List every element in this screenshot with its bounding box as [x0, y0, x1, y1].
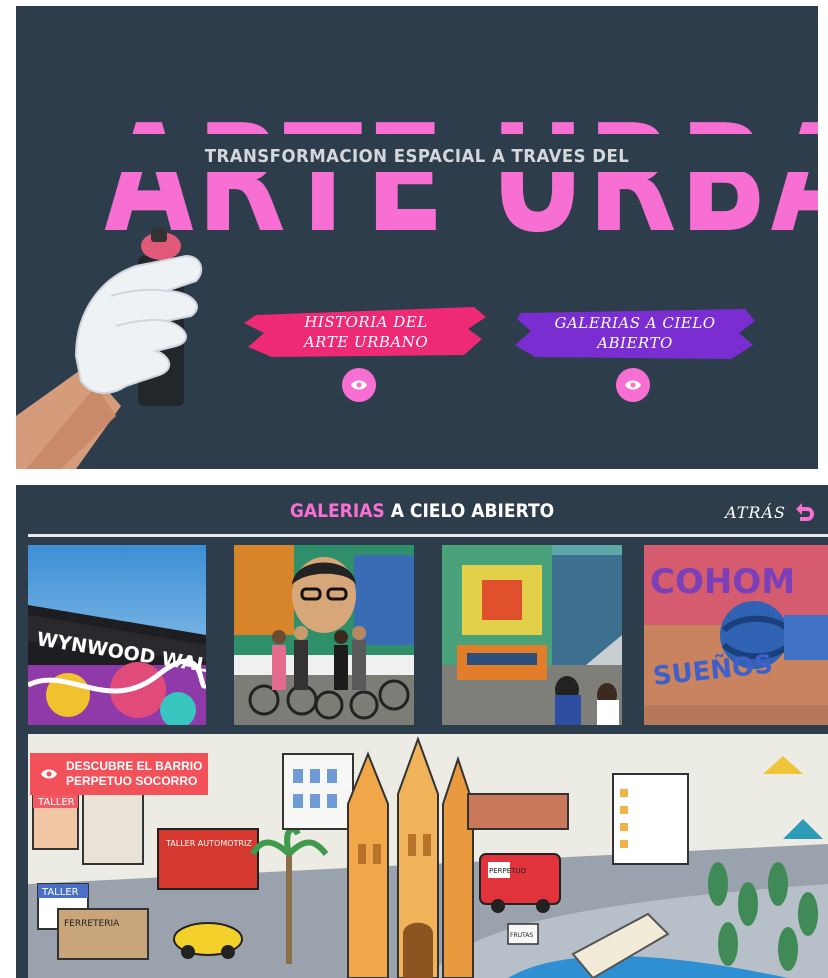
- eye-icon: [625, 380, 641, 390]
- spray-can-hand-illustration: [16, 228, 203, 469]
- map-sign-ferreteria: FERRETERIA: [64, 919, 120, 929]
- history-eye-button[interactable]: [342, 368, 376, 402]
- history-button[interactable]: HISTORIA DEL ARTE URBANO: [242, 303, 490, 361]
- back-button[interactable]: ATRÁS: [725, 501, 816, 523]
- metro-photo-image: [442, 545, 622, 725]
- map-sign-perpetuo: PERPETUO: [489, 867, 527, 875]
- discover-label: DESCUBRE EL BARRIO PERPETUO SOCORRO: [66, 759, 203, 788]
- history-button-label: HISTORIA DEL ARTE URBANO: [303, 313, 429, 351]
- graffiti-photo-image: COHOM SUEÑOS: [644, 545, 828, 725]
- svg-text:COHOM: COHOM: [650, 562, 795, 602]
- eye-icon: [41, 769, 57, 779]
- gallery-photo-metro[interactable]: [442, 545, 622, 725]
- hero-panel: ARTE URBANO TRANSFORMACION ESPACIAL A TR…: [16, 6, 818, 469]
- undo-arrow-icon: [796, 503, 814, 521]
- cyclists-photo-image: [234, 545, 414, 725]
- map-sign-frutas: FRUTAS: [510, 932, 533, 939]
- gallery-photo-wynwood[interactable]: WYNWOOD WALLS: [28, 545, 206, 725]
- wynwood-photo-image: WYNWOOD WALLS: [28, 545, 206, 725]
- map-sign-taller-2: TALLER: [41, 887, 79, 898]
- map-sign-taller-auto: TALLER AUTOMOTRIZ: [165, 839, 252, 848]
- back-label: ATRÁS: [725, 502, 786, 522]
- galleries-eye-button[interactable]: [616, 368, 650, 402]
- gallery-panel: GALERIAS A CIELO ABIERTO ATRÁS WYNWOOD W…: [16, 485, 828, 978]
- gallery-title-rest: A CIELO ABIERTO: [384, 500, 555, 522]
- discover-neighborhood-button[interactable]: DESCUBRE EL BARRIO PERPETUO SOCORRO: [30, 753, 208, 795]
- title-divider: [28, 534, 828, 537]
- eye-icon: [351, 380, 367, 390]
- gallery-photo-graffiti[interactable]: COHOM SUEÑOS: [644, 545, 828, 725]
- map-sign-taller-1: TALLER: [37, 797, 75, 808]
- galleries-button[interactable]: GALERIAS A CIELO ABIERTO: [511, 303, 759, 363]
- hero-subtitle: TRANSFORMACION ESPACIAL A TRAVES DEL: [204, 146, 630, 167]
- galleries-button-label: GALERIAS A CIELO ABIERTO: [554, 314, 716, 352]
- gallery-title: GALERIAS A CIELO ABIERTO: [57, 500, 788, 522]
- gallery-title-highlight: GALERIAS: [289, 500, 385, 522]
- gallery-photo-cyclists[interactable]: [234, 545, 414, 725]
